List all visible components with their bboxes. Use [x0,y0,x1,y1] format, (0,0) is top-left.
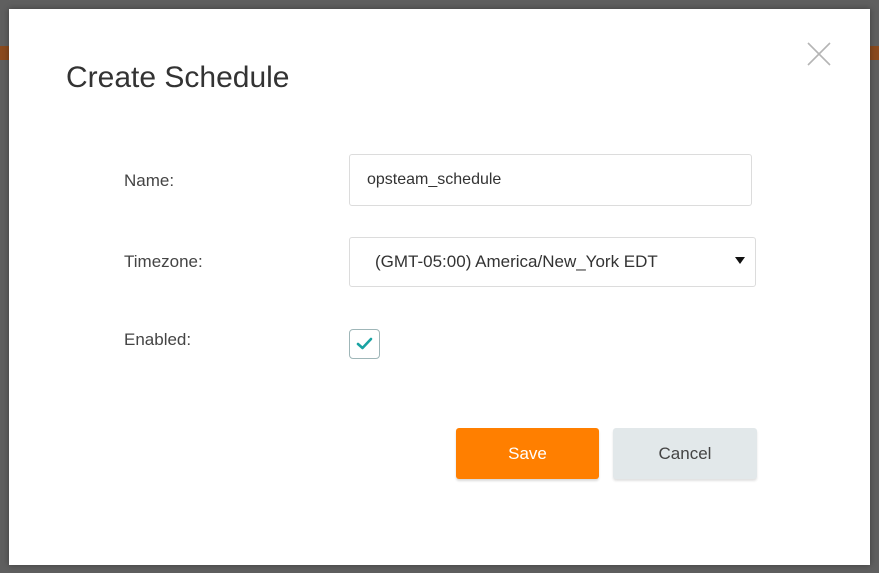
checkmark-icon [356,337,373,350]
timezone-selected-value: (GMT-05:00) America/New_York EDT [375,252,658,271]
create-schedule-dialog: Create Schedule Name: Timezone: (GMT-05:… [9,9,870,565]
close-button[interactable] [804,39,834,69]
dialog-title: Create Schedule [66,61,290,94]
save-button[interactable]: Save [456,428,599,479]
caret-down-icon [735,257,745,264]
cancel-button[interactable]: Cancel [613,428,757,479]
name-label: Name: [124,171,175,190]
enabled-checkbox[interactable] [349,329,380,359]
timezone-select[interactable]: (GMT-05:00) America/New_York EDT [349,237,756,287]
timezone-label: Timezone: [124,252,203,271]
close-icon [807,42,831,66]
name-input[interactable] [349,154,752,206]
enabled-label: Enabled: [124,330,192,349]
